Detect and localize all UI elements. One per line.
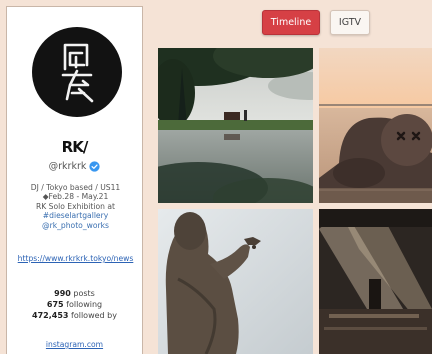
- website-link[interactable]: https://www.rkrkrk.tokyo/news: [11, 254, 140, 264]
- avatar-logo-icon: [61, 43, 94, 103]
- following-stat: 675 following: [7, 299, 142, 310]
- followers-label: followed by: [71, 311, 117, 320]
- tab-igtv[interactable]: IGTV: [330, 10, 370, 35]
- profile-card: RK/ @rkrkrk DJ / Tokyo based / US11 ◆Feb…: [6, 6, 143, 354]
- photo-thumbnail[interactable]: [319, 209, 432, 354]
- following-label: following: [66, 300, 103, 309]
- profile-username: RK/: [61, 138, 89, 156]
- bio-mention-link[interactable]: @rk_photo_works: [42, 221, 109, 230]
- photo-thumbnail[interactable]: [319, 48, 432, 203]
- followers-stat: 472,453 followed by: [7, 310, 142, 321]
- instagram-link[interactable]: instagram.com: [7, 340, 142, 349]
- bio-line: ◆Feb.28 - May.21: [42, 192, 109, 202]
- photo-interior-image: [319, 209, 432, 354]
- posts-label: posts: [73, 289, 95, 298]
- profile-handle-row: @rkrkrk: [7, 161, 142, 172]
- posts-stat: 990 posts: [7, 288, 142, 299]
- photo-statue-image: [158, 209, 313, 354]
- photo-sculpture-image: [319, 48, 432, 203]
- bio-line: DJ / Tokyo based / US11: [30, 183, 121, 192]
- bio-hashtag-link[interactable]: #dieselartgallery: [43, 211, 108, 220]
- page-background: RK/ @rkrkrk DJ / Tokyo based / US11 ◆Feb…: [0, 0, 432, 354]
- photo-lake-image: [158, 48, 313, 203]
- following-count: 675: [46, 300, 64, 309]
- profile-stats: 990 posts 675 following 472,453 followed…: [7, 288, 142, 321]
- avatar[interactable]: [32, 27, 122, 117]
- profile-bio: DJ / Tokyo based / US11 ◆Feb.28 - May.21…: [11, 183, 140, 230]
- photo-thumbnail[interactable]: [158, 209, 313, 354]
- photo-thumbnail[interactable]: [158, 48, 313, 203]
- profile-handle: @rkrkrk: [48, 161, 87, 172]
- bio-line: RK Solo Exhibition at: [35, 201, 116, 211]
- verified-badge-icon: [89, 161, 100, 172]
- tab-timeline[interactable]: Timeline: [262, 10, 320, 35]
- followers-count: 472,453: [32, 311, 69, 320]
- posts-count: 990: [54, 289, 71, 298]
